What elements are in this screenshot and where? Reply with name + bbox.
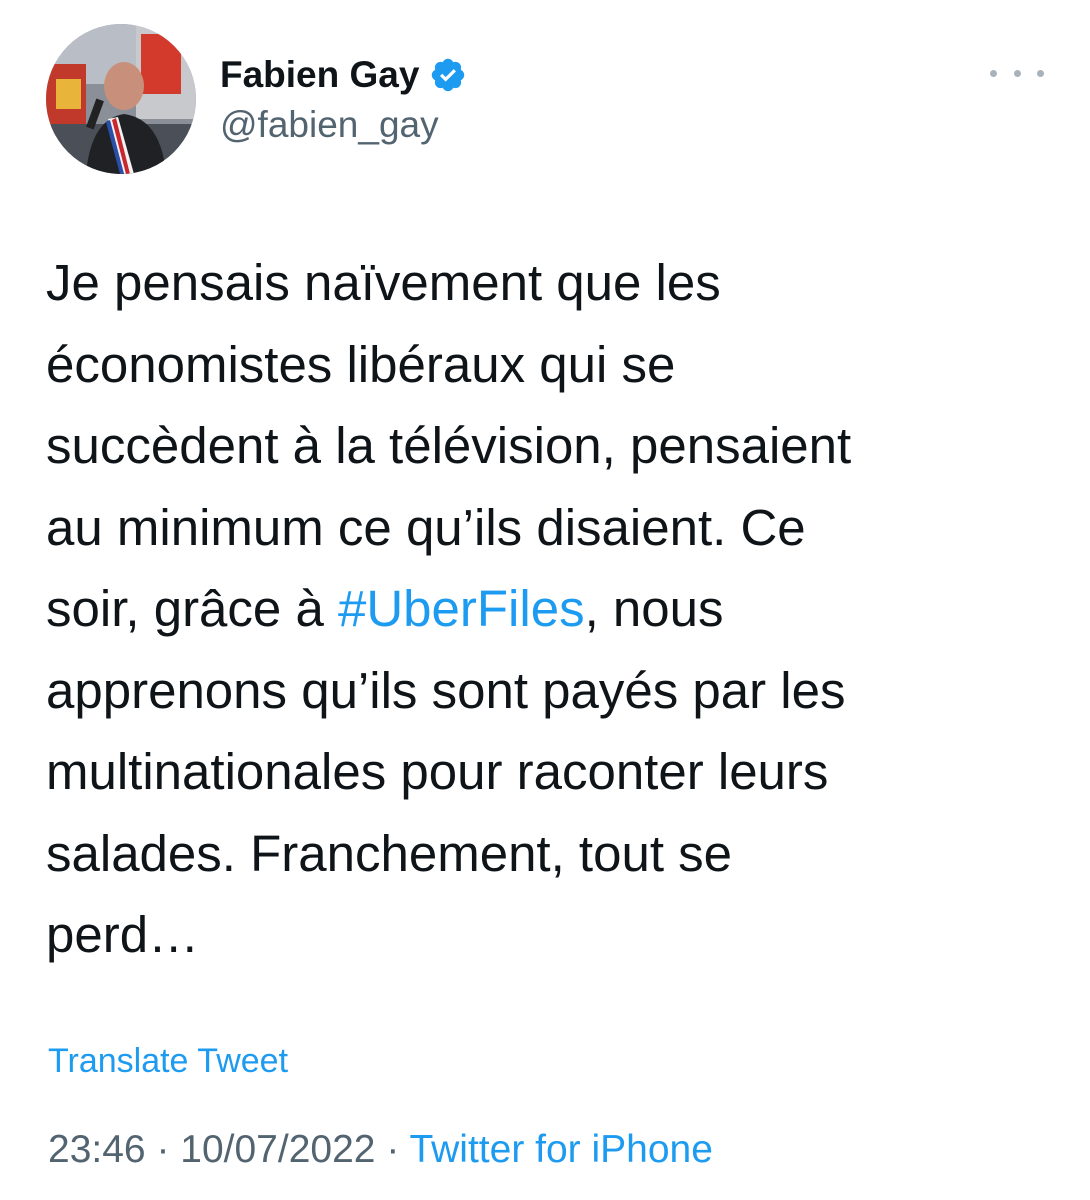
tweet-line: apprenons qu’ils sont payés par les xyxy=(46,661,846,719)
tweet-line: au minimum ce qu’ils disaient. Ce xyxy=(46,498,806,556)
meta-separator: · xyxy=(375,1128,410,1171)
more-options-icon[interactable] xyxy=(990,58,1044,88)
verified-badge-icon xyxy=(432,58,465,92)
more-dot xyxy=(1037,69,1044,77)
tweet-line: succèdent à la télévision, pensaient xyxy=(46,417,852,474)
translate-tweet-link[interactable]: Translate Tweet xyxy=(48,1042,288,1081)
tweet-line: multinationales pour raconter leurs xyxy=(46,743,829,800)
tweet-line-text: soir, grâce à xyxy=(46,580,338,637)
display-name[interactable]: Fabien Gay xyxy=(220,54,419,96)
author-handle[interactable]: @fabien_gay xyxy=(220,104,439,146)
tweet-line: perd… xyxy=(46,906,200,963)
profile-photo-icon xyxy=(46,24,196,174)
tweet-line: économistes libéraux qui se xyxy=(46,335,676,393)
tweet-line: Je pensais naïvement que les xyxy=(46,254,721,311)
tweet-meta: 23:46 · 10/07/2022 · Twitter for iPhone xyxy=(48,1128,713,1172)
meta-separator: · xyxy=(145,1128,181,1171)
tweet-text: Je pensais naïvement que les économistes… xyxy=(46,242,1056,976)
tweet-line: salades. Franchement, tout se xyxy=(46,824,733,882)
tweet-date[interactable]: 10/07/2022 xyxy=(180,1128,375,1171)
tweet-line: soir, grâce à #UberFiles, nous xyxy=(46,568,1056,650)
more-dot xyxy=(990,69,997,77)
more-dot xyxy=(1013,69,1021,77)
tweet-card: Fabien Gay @fabien_gay Je pensais naïvem… xyxy=(0,0,1090,1200)
tweet-line-text: , nous xyxy=(584,580,724,637)
author-name-row[interactable]: Fabien Gay xyxy=(220,50,467,100)
tweet-source-link[interactable]: Twitter for iPhone xyxy=(409,1128,712,1171)
tweet-time[interactable]: 23:46 xyxy=(48,1128,146,1171)
hashtag-link[interactable]: #UberFiles xyxy=(338,580,585,637)
avatar[interactable] xyxy=(46,24,196,174)
